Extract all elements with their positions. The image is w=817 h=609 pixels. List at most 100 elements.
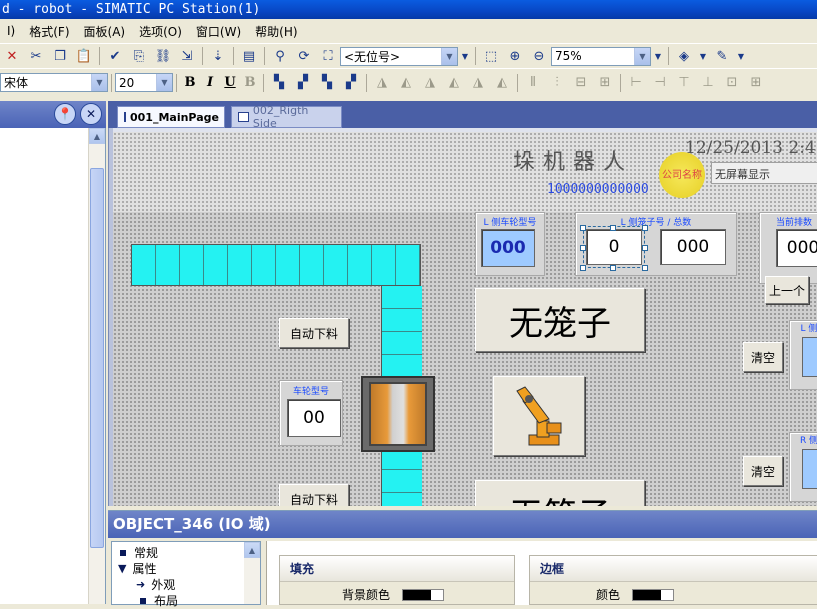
scroll-up-icon[interactable]: ▲ — [89, 128, 105, 144]
datetime-field[interactable]: 12/25/2013 2:43 — [685, 138, 817, 158]
dropdown-arrow-icon[interactable]: ▼ — [736, 46, 746, 66]
rotate-left-icon[interactable]: ◮ — [372, 73, 392, 93]
paste-icon[interactable]: 📋 — [74, 46, 94, 66]
selection-handle[interactable] — [580, 225, 586, 231]
wheel-graphic[interactable] — [361, 376, 435, 452]
line-color-icon[interactable]: ✎ — [712, 46, 732, 66]
fill-color-icon[interactable]: ◈ — [674, 46, 694, 66]
position-combo[interactable]: <无位号> ▼ — [340, 46, 458, 66]
rotate-right-icon[interactable]: ◭ — [396, 73, 416, 93]
selection-handle[interactable] — [642, 225, 648, 231]
tab-right-side[interactable]: 002_Rigth Side — [231, 104, 342, 130]
selection-handle[interactable] — [580, 245, 586, 251]
same-size-icon[interactable]: ⊤ — [674, 73, 694, 93]
menu-help[interactable]: 帮助(H) — [248, 23, 304, 40]
selection-handle[interactable] — [642, 245, 648, 251]
selection-handle[interactable] — [610, 265, 616, 271]
tree-item-layout[interactable]: 布局 — [140, 592, 178, 609]
robot-button[interactable] — [493, 376, 585, 456]
close-icon[interactable]: ✕ — [80, 103, 102, 125]
menu-panel[interactable]: 面板(A) — [77, 23, 133, 40]
copy-icon[interactable]: ❐ — [50, 46, 70, 66]
dropdown-arrow-icon[interactable]: ▼ — [653, 46, 663, 66]
counter-field[interactable]: 1000000000000 — [547, 182, 649, 197]
no-cage-button-2[interactable]: 无笼子 — [475, 480, 645, 506]
align-left-icon[interactable]: ▚ — [269, 73, 289, 93]
font-size-combo[interactable]: 20 ▼ — [115, 73, 173, 92]
conveyor-horizontal[interactable] — [131, 244, 421, 286]
italic-button[interactable]: I — [200, 75, 220, 90]
fill-color-swatch[interactable] — [402, 588, 444, 601]
auto-unload-button-2[interactable]: 自动下料 — [279, 484, 349, 506]
cut-icon[interactable]: ✂ — [26, 46, 46, 66]
dropdown-arrow-icon[interactable]: ▼ — [460, 46, 470, 66]
delete-icon[interactable]: ✕ — [2, 46, 22, 66]
chevron-down-icon[interactable]: ▼ — [91, 74, 107, 91]
menu-edit[interactable]: I) — [0, 24, 22, 38]
company-logo[interactable]: 公司名称 — [659, 152, 705, 198]
right-side-io-field[interactable] — [802, 337, 817, 377]
selection-handle[interactable] — [642, 265, 648, 271]
chevron-down-icon[interactable]: ▼ — [156, 74, 172, 91]
compile-icon[interactable]: ⎘ — [129, 46, 149, 66]
layer-icon[interactable]: ⊞ — [746, 73, 766, 93]
ungroup-icon[interactable]: ⊡ — [722, 73, 742, 93]
mirror-icon[interactable]: ◮ — [468, 73, 488, 93]
check-icon[interactable]: ✔ — [105, 46, 125, 66]
align-right-icon[interactable]: ▚ — [317, 73, 337, 93]
tab-main-page[interactable]: 001_MainPage — [117, 106, 225, 128]
clear-button[interactable]: 清空 — [743, 342, 783, 372]
prev-button[interactable]: 上一个 — [765, 276, 809, 304]
underline-button[interactable]: U — [220, 75, 240, 90]
menu-format[interactable]: 格式(F) — [22, 23, 76, 40]
binoculars-icon[interactable]: ⚲ — [270, 46, 290, 66]
zoom-out-icon[interactable]: ⊖ — [529, 46, 549, 66]
menu-options[interactable]: 选项(O) — [132, 23, 189, 40]
cage-number-io-field[interactable]: 0 — [583, 226, 645, 268]
same-width-icon[interactable]: ⊢ — [626, 73, 646, 93]
link-icon[interactable]: ⛓ — [153, 46, 173, 66]
tree-scrollbar[interactable]: ▲ — [244, 542, 260, 604]
no-screen-display[interactable]: 无屏幕显示 — [711, 162, 817, 184]
layers-icon[interactable]: ▤ — [239, 46, 259, 66]
wheel-type-io-field[interactable]: 00 — [287, 399, 341, 437]
align-center-icon[interactable]: ▞ — [293, 73, 313, 93]
current-row-io-field[interactable]: 000 — [776, 229, 817, 267]
right-side-io-field[interactable] — [802, 449, 817, 489]
scroll-up-icon[interactable]: ▲ — [244, 542, 260, 558]
same-height-icon[interactable]: ⊣ — [650, 73, 670, 93]
align-top-icon[interactable]: ▞ — [341, 73, 361, 93]
cage-total-io-field[interactable]: 000 — [660, 229, 726, 265]
flip-h-icon[interactable]: ◮ — [420, 73, 440, 93]
left-wheel-io-field[interactable]: 000 — [481, 229, 535, 267]
tree-item-general[interactable]: 常规 — [120, 544, 158, 561]
distribute-h-icon[interactable]: ⫴ — [523, 73, 543, 93]
screen-title[interactable]: 垛机器人 — [513, 144, 633, 176]
selection-handle[interactable] — [610, 225, 616, 231]
refresh-icon[interactable]: ⟳ — [294, 46, 314, 66]
tree-vertical-scrollbar[interactable]: ▲ — [88, 128, 105, 604]
chevron-down-icon[interactable]: ▼ — [441, 47, 457, 65]
align-middle-icon[interactable]: ⊟ — [571, 73, 591, 93]
dropdown-arrow-icon[interactable]: ▼ — [698, 46, 708, 66]
distribute-v-icon[interactable]: ⫶ — [547, 73, 567, 93]
chevron-down-icon[interactable]: ▼ — [634, 47, 650, 65]
align-bottom-icon[interactable]: ⊞ — [595, 73, 615, 93]
hmi-screen-canvas[interactable]: 垛机器人 12/25/2013 2:43 1000000000000 公司名称 … — [113, 132, 817, 506]
selection-handle[interactable] — [580, 265, 586, 271]
strike-button[interactable]: B — [240, 75, 260, 90]
border-color-swatch[interactable] — [632, 588, 674, 601]
tag-icon[interactable]: ⛶ — [318, 46, 338, 66]
zoom-combo[interactable]: 75% ▼ — [551, 46, 651, 66]
pin-icon[interactable]: 📍 — [54, 103, 76, 125]
clear-button-2[interactable]: 清空 — [743, 456, 783, 486]
flip-v-icon[interactable]: ◭ — [444, 73, 464, 93]
zoom-select-icon[interactable]: ⬚ — [481, 46, 501, 66]
arrow-down-icon[interactable]: ⇣ — [208, 46, 228, 66]
download-icon[interactable]: ⇲ — [177, 46, 197, 66]
tree-item-properties[interactable]: ▼ 属性 — [118, 560, 156, 577]
no-cage-button[interactable]: 无笼子 — [475, 288, 645, 352]
auto-unload-button[interactable]: 自动下料 — [279, 318, 349, 348]
font-combo[interactable]: 宋体 ▼ — [0, 73, 108, 92]
scroll-thumb[interactable] — [90, 168, 104, 548]
